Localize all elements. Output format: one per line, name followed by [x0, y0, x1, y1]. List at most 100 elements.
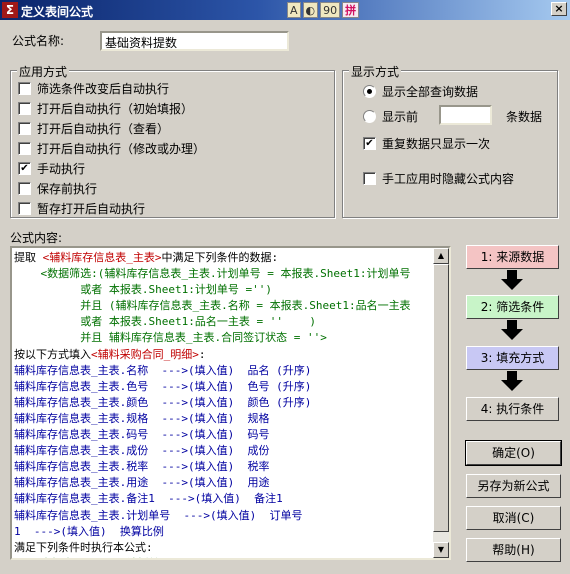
step-button-2[interactable]: 2: 筛选条件	[466, 295, 559, 319]
dedupe-checkbox[interactable]: ✔ 重复数据只显示一次	[363, 135, 490, 152]
show-first-count-input[interactable]	[439, 105, 492, 125]
ime-mode-icon[interactable]: A	[287, 2, 301, 18]
down-arrow-icon	[501, 371, 523, 391]
apply-option-check-box[interactable]	[18, 102, 31, 115]
apply-option-label: 打开后自动执行（查看）	[37, 122, 170, 136]
ime-punct-icon[interactable]: 90	[320, 2, 341, 18]
formula-line: 辅料库存信息表_主表.成份 --->(填入值) 成份	[14, 443, 433, 459]
title-bar[interactable]: Σ 定义表间公式 A ◐ 90 拼 ×	[0, 0, 570, 20]
show-first-label: 显示前	[382, 110, 419, 124]
formula-line: 辅料库存信息表_主表.计划单号 --->(填入值) 订单号	[14, 508, 433, 524]
apply-option-label: 手动执行	[37, 162, 86, 176]
show-all-radio-dot[interactable]	[363, 85, 376, 98]
down-arrow-icon	[501, 320, 523, 340]
formula-line: 辅料库存信息表_主表.色号 --->(填入值) 色号 (升序)	[14, 379, 433, 395]
save-as-new-button[interactable]: 另存为新公式	[466, 474, 561, 498]
down-arrow-icon	[501, 270, 523, 290]
apply-option-check-box[interactable]: ✔	[18, 162, 31, 175]
dedupe-check-box[interactable]: ✔	[363, 137, 376, 150]
apply-option-checkbox[interactable]: 暂存打开后自动执行	[18, 200, 145, 217]
formula-line: 1 --->(填入值) 换算比例	[14, 524, 433, 540]
dedupe-label: 重复数据只显示一次	[382, 137, 491, 151]
apply-option-checkbox[interactable]: 保存前执行	[18, 180, 97, 197]
editor-scrollbar[interactable]: ▲ ▼	[433, 248, 449, 558]
apply-method-title: 应用方式	[17, 63, 70, 80]
app-icon: Σ	[2, 2, 18, 18]
scroll-up-button[interactable]: ▲	[433, 248, 449, 264]
formula-segment: 辅料库存信息表_主表.颜色 --->(填入值) 颜色 (升序)	[14, 395, 312, 409]
scroll-down-button[interactable]: ▼	[433, 542, 449, 558]
formula-line: 辅料库存信息表_主表.用途 --->(填入值) 用途	[14, 475, 433, 491]
formula-segment: 并且 辅料库存信息表_主表.合同签订状态 = ''>	[14, 331, 327, 345]
formula-line: 辅料库存信息表_主表.码号 --->(填入值) 码号	[14, 427, 433, 443]
ime-pinyin-icon[interactable]: 拼	[342, 2, 360, 18]
ime-moon-icon[interactable]: ◐	[302, 2, 319, 18]
apply-option-label: 暂存打开后自动执行	[37, 202, 146, 216]
apply-option-checkbox[interactable]: ✔ 手动执行	[18, 160, 85, 177]
formula-line: 提取 <辅料库存信息表_主表>中满足下列条件的数据:	[14, 250, 433, 266]
help-button[interactable]: 帮助(H)	[466, 538, 561, 562]
formula-segment: 或者 本报表.Sheet1:品名一主表 = '' )	[14, 315, 317, 329]
ok-button[interactable]: 确定(O)	[465, 440, 562, 466]
window-title: 定义表间公式	[21, 5, 94, 19]
hide-content-check-box[interactable]	[363, 172, 376, 185]
hide-content-label: 手工应用时隐藏公式内容	[382, 172, 515, 186]
formula-segment: 辅料库存信息表_主表.备注1 --->(填入值) 备注1	[14, 492, 283, 506]
close-button[interactable]: ×	[551, 2, 567, 16]
formula-segment: 辅料库存信息表_主表.色号 --->(填入值) 色号 (升序)	[14, 379, 312, 393]
apply-option-check-box[interactable]	[18, 182, 31, 195]
step-button-3[interactable]: 3: 填充方式	[466, 346, 559, 370]
show-all-radio[interactable]: 显示全部查询数据	[363, 83, 478, 100]
formula-line: 辅料库存信息表_主表.名称 --->(填入值) 品名 (升序)	[14, 363, 433, 379]
formula-line: 本报表.Sheet1:计划单号 <>''	[14, 556, 433, 558]
show-first-suffix: 条数据	[506, 110, 543, 124]
hide-content-checkbox[interactable]: 手工应用时隐藏公式内容	[363, 170, 514, 187]
apply-option-checkbox[interactable]: 打开后自动执行（初始填报）	[18, 100, 193, 117]
formula-segment: <数据筛选:(辅料库存信息表_主表.计划单号 = 本报表.Sheet1:计划单号	[14, 267, 411, 281]
formula-segment: 并且 (辅料库存信息表_主表.名称 = 本报表.Sheet1:品名一主表	[14, 299, 411, 313]
apply-option-checkbox[interactable]: 筛选条件改变后自动执行	[18, 80, 169, 97]
step-button-4[interactable]: 4: 执行条件	[466, 397, 559, 421]
scroll-thumb[interactable]	[433, 264, 449, 532]
formula-content-editor[interactable]: 提取 <辅料库存信息表_主表>中满足下列条件的数据: <数据筛选:(辅料库存信息…	[10, 246, 451, 560]
formula-line: 辅料库存信息表_主表.规格 --->(填入值) 规格	[14, 411, 433, 427]
ime-toolbar[interactable]: A ◐ 90 拼	[287, 2, 360, 18]
formula-text: 提取 <辅料库存信息表_主表>中满足下列条件的数据: <数据筛选:(辅料库存信息…	[14, 250, 433, 558]
formula-line: 辅料库存信息表_主表.备注1 --->(填入值) 备注1	[14, 491, 433, 507]
formula-segment: 本报表.Sheet1:计划单号 <>''	[14, 557, 203, 558]
formula-segment: 中满足下列条件的数据:	[161, 251, 279, 264]
formula-line: <数据筛选:(辅料库存信息表_主表.计划单号 = 本报表.Sheet1:计划单号	[14, 266, 433, 282]
formula-line: 辅料库存信息表_主表.颜色 --->(填入值) 颜色 (升序)	[14, 395, 433, 411]
formula-segment: 辅料库存信息表_主表.成份 --->(填入值) 成份	[14, 444, 270, 458]
apply-option-check-box[interactable]	[18, 142, 31, 155]
step-button-1[interactable]: 1: 来源数据	[466, 245, 559, 269]
formula-segment: <辅料采购合同_明细>	[91, 347, 199, 361]
formula-segment: 辅料库存信息表_主表.名称 --->(填入值) 品名 (升序)	[14, 363, 312, 377]
formula-line: 或者 本报表.Sheet1:计划单号 ='')	[14, 282, 433, 298]
formula-segment: 辅料库存信息表_主表.用途 --->(填入值) 用途	[14, 476, 270, 490]
apply-option-label: 打开后自动执行（修改或办理）	[37, 142, 206, 156]
apply-option-label: 打开后自动执行（初始填报）	[37, 102, 194, 116]
apply-option-checkbox[interactable]: 打开后自动执行（查看）	[18, 120, 169, 137]
formula-segment: 1 --->(填入值) 换算比例	[14, 524, 164, 538]
define-formula-window: Σ 定义表间公式 A ◐ 90 拼 × 公式名称: 基础资料提数 应用方式 筛选…	[0, 0, 570, 574]
formula-segment: 按以下方式填入	[14, 347, 91, 361]
show-first-radio[interactable]: 显示前	[363, 108, 418, 125]
cancel-button[interactable]: 取消(C)	[466, 506, 561, 530]
apply-option-checkbox[interactable]: 打开后自动执行（修改或办理）	[18, 140, 205, 157]
formula-segment: 或者 本报表.Sheet1:计划单号 ='')	[14, 283, 272, 297]
formula-segment: 辅料库存信息表_主表.税率 --->(填入值) 税率	[14, 460, 270, 474]
formula-segment: 辅料库存信息表_主表.规格 --->(填入值) 规格	[14, 411, 270, 425]
formula-segment: 辅料库存信息表_主表.计划单号 --->(填入值) 订单号	[14, 508, 303, 522]
show-first-radio-dot[interactable]	[363, 110, 376, 123]
formula-name-input[interactable]: 基础资料提数	[100, 31, 289, 51]
apply-option-check-box[interactable]	[18, 122, 31, 135]
apply-option-label: 保存前执行	[37, 182, 98, 196]
formula-segment: <辅料库存信息表_主表>	[42, 251, 162, 264]
apply-option-check-box[interactable]	[18, 82, 31, 95]
formula-line: 或者 本报表.Sheet1:品名一主表 = '' )	[14, 314, 433, 330]
apply-option-check-box[interactable]	[18, 202, 31, 215]
formula-segment: 辅料库存信息表_主表.码号 --->(填入值) 码号	[14, 428, 270, 442]
formula-line: 满足下列条件时执行本公式:	[14, 540, 433, 556]
formula-content-label: 公式内容:	[10, 231, 63, 245]
